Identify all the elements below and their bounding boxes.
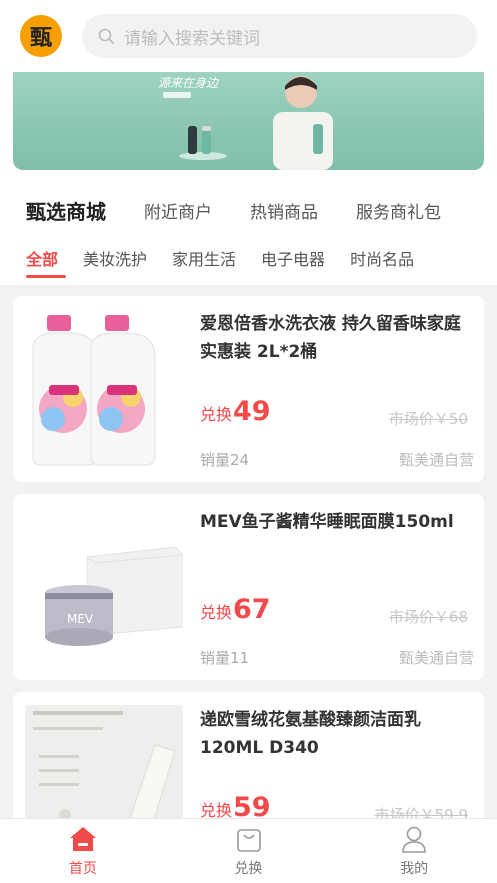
- category-tabs: 甄选商城 附近商户 热销商品 服务商礼包 全部 美妆洗护 家用生活 电子电器 时…: [0, 182, 497, 285]
- shop-label: 甄美通自营: [398, 649, 474, 667]
- tab-provider-gift[interactable]: 服务商礼包: [356, 198, 441, 223]
- nav-home[interactable]: 首页: [0, 819, 166, 883]
- bottles-image: [179, 126, 227, 160]
- subtab-beauty[interactable]: 美妆洗护: [83, 246, 147, 270]
- market-price: 市场价￥68: [388, 608, 468, 626]
- subtab-electronics[interactable]: 电子电器: [261, 246, 325, 270]
- tab-nearby-merchants[interactable]: 附近商户: [144, 198, 212, 223]
- subtab-fashion[interactable]: 时尚名品: [350, 246, 414, 270]
- product-title[interactable]: MEV鱼子酱精华睡眠面膜150ml: [200, 508, 475, 536]
- nav-mine-label: 我的: [400, 861, 429, 877]
- banner-section: 源来在身边: [0, 72, 497, 182]
- price-value: 67: [233, 594, 271, 625]
- search-bar[interactable]: 请输入搜索关键词: [82, 14, 477, 58]
- product-image: [25, 309, 183, 469]
- home-icon: [69, 827, 96, 851]
- sub-tab-bar: 全部 美妆洗护 家用生活 电子电器 时尚名品: [0, 238, 497, 278]
- nav-exchange[interactable]: 兑换: [166, 819, 332, 883]
- product-image: MEV: [25, 507, 183, 667]
- product-title[interactable]: 爱恩倍香水洗衣液 持久留香味家庭实惠装 2L*2桶: [200, 310, 475, 366]
- price-prefix: 兑换: [200, 603, 233, 622]
- subtab-all[interactable]: 全部: [26, 246, 67, 278]
- price-prefix: 兑换: [200, 405, 233, 424]
- model-image: [273, 76, 333, 170]
- product-title[interactable]: 递欧雪绒花氨基酸臻颜洁面乳120ML D340: [200, 706, 475, 762]
- detergent-bottles-image: [25, 309, 183, 469]
- bottom-nav: 首页 兑换 我的: [0, 818, 497, 883]
- face-mask-jar-image: MEV: [25, 507, 183, 667]
- subtab-home[interactable]: 家用生活: [172, 246, 236, 270]
- product-card[interactable]: 爱恩倍香水洗衣液 持久留香味家庭实惠装 2L*2桶 兑换 49 市场价￥50 销…: [13, 296, 484, 482]
- exchange-price: 兑换 67: [200, 594, 271, 625]
- product-card[interactable]: MEV MEV鱼子酱精华睡眠面膜150ml 兑换 67 市场价￥68 销量11 …: [13, 494, 484, 680]
- bag-icon: [236, 829, 261, 852]
- sales-count: 销量11: [200, 649, 250, 667]
- exchange-price: 兑换 49: [200, 396, 271, 427]
- market-price: 市场价￥50: [388, 410, 468, 428]
- search-icon: [98, 28, 114, 44]
- tab-hot-products[interactable]: 热销商品: [250, 198, 318, 223]
- price-value: 49: [233, 396, 271, 427]
- tab-featured-mall[interactable]: 甄选商城: [26, 196, 106, 225]
- nav-mine[interactable]: 我的: [331, 819, 497, 883]
- search-placeholder: 请输入搜索关键词: [124, 28, 260, 49]
- nav-home-label: 首页: [68, 861, 97, 877]
- svg-text:MEV: MEV: [67, 612, 94, 626]
- nav-exchange-label: 兑换: [234, 861, 263, 877]
- app-logo[interactable]: 甄: [20, 15, 62, 57]
- main-tab-bar: 甄选商城 附近商户 热销商品 服务商礼包: [0, 182, 497, 238]
- product-list: 爱恩倍香水洗衣液 持久留香味家庭实惠装 2L*2桶 兑换 49 市场价￥50 销…: [13, 296, 484, 883]
- banner-subtag: [163, 92, 191, 98]
- banner-slogan: 源来在身边: [158, 76, 219, 90]
- promo-banner[interactable]: 源来在身边: [13, 72, 484, 170]
- top-header: 甄 请输入搜索关键词: [0, 0, 497, 72]
- sales-count: 销量24: [200, 451, 250, 469]
- user-icon: [402, 826, 426, 853]
- shop-label: 甄美通自营: [398, 451, 474, 469]
